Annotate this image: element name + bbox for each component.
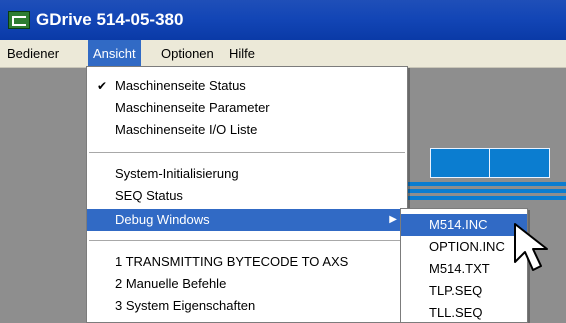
menu-bediener[interactable]: Bediener — [2, 40, 64, 67]
submenu-arrow-icon: ▶ — [389, 214, 397, 225]
menu-item-manuelle-befehle[interactable]: 2 Manuelle Befehle — [87, 273, 407, 295]
submenu-item-tlp-seq[interactable]: TLP.SEQ — [401, 280, 527, 302]
submenu-item-m514-inc[interactable]: M514.INC — [401, 214, 527, 236]
menu-item-maschinenseite-status[interactable]: ✔ Maschinenseite Status — [87, 75, 407, 97]
menu-item-transmitting-bytecode[interactable]: 1 TRANSMITTING BYTECODE TO AXS — [87, 251, 407, 273]
menu-item-maschinenseite-parameter[interactable]: Maschinenseite Parameter — [87, 97, 407, 119]
menu-hilfe[interactable]: Hilfe — [224, 40, 260, 67]
ansicht-dropdown-menu: ✔ Maschinenseite Status Maschinenseite P… — [86, 66, 408, 323]
window-title: GDrive 514-05-380 — [36, 10, 184, 29]
menu-optionen[interactable]: Optionen — [156, 40, 219, 67]
menu-bar: Bediener Ansicht Optionen Hilfe — [0, 40, 566, 68]
blue-stripe-3 — [405, 196, 566, 200]
menu-item-system-eigenschaften[interactable]: 3 System Eigenschaften — [87, 295, 407, 317]
submenu-item-tll-seq[interactable]: TLL.SEQ — [401, 302, 527, 322]
title-bar: GDrive 514-05-380 — [0, 0, 566, 40]
app-icon[interactable] — [8, 11, 30, 29]
checkmark-icon: ✔ — [97, 79, 108, 93]
menu-item-system-initialisierung[interactable]: System-Initialisierung — [87, 163, 407, 185]
blue-panel — [430, 148, 550, 178]
menu-item-debug-windows[interactable]: Debug Windows ▶ — [87, 209, 407, 231]
menu-item-maschinenseite-io-liste[interactable]: Maschinenseite I/O Liste — [87, 119, 407, 141]
menu-separator — [89, 152, 405, 154]
submenu-item-m514-txt[interactable]: M514.TXT — [401, 258, 527, 280]
debug-windows-submenu: M514.INC OPTION.INC M514.TXT TLP.SEQ TLL… — [400, 208, 528, 323]
menu-ansicht[interactable]: Ansicht — [88, 40, 141, 67]
blue-stripe-2 — [405, 189, 566, 193]
menu-item-seq-status[interactable]: SEQ Status — [87, 185, 407, 207]
menu-separator — [89, 240, 405, 242]
blue-stripe-1 — [405, 182, 566, 186]
mouse-cursor-icon — [514, 223, 548, 271]
submenu-item-option-inc[interactable]: OPTION.INC — [401, 236, 527, 258]
